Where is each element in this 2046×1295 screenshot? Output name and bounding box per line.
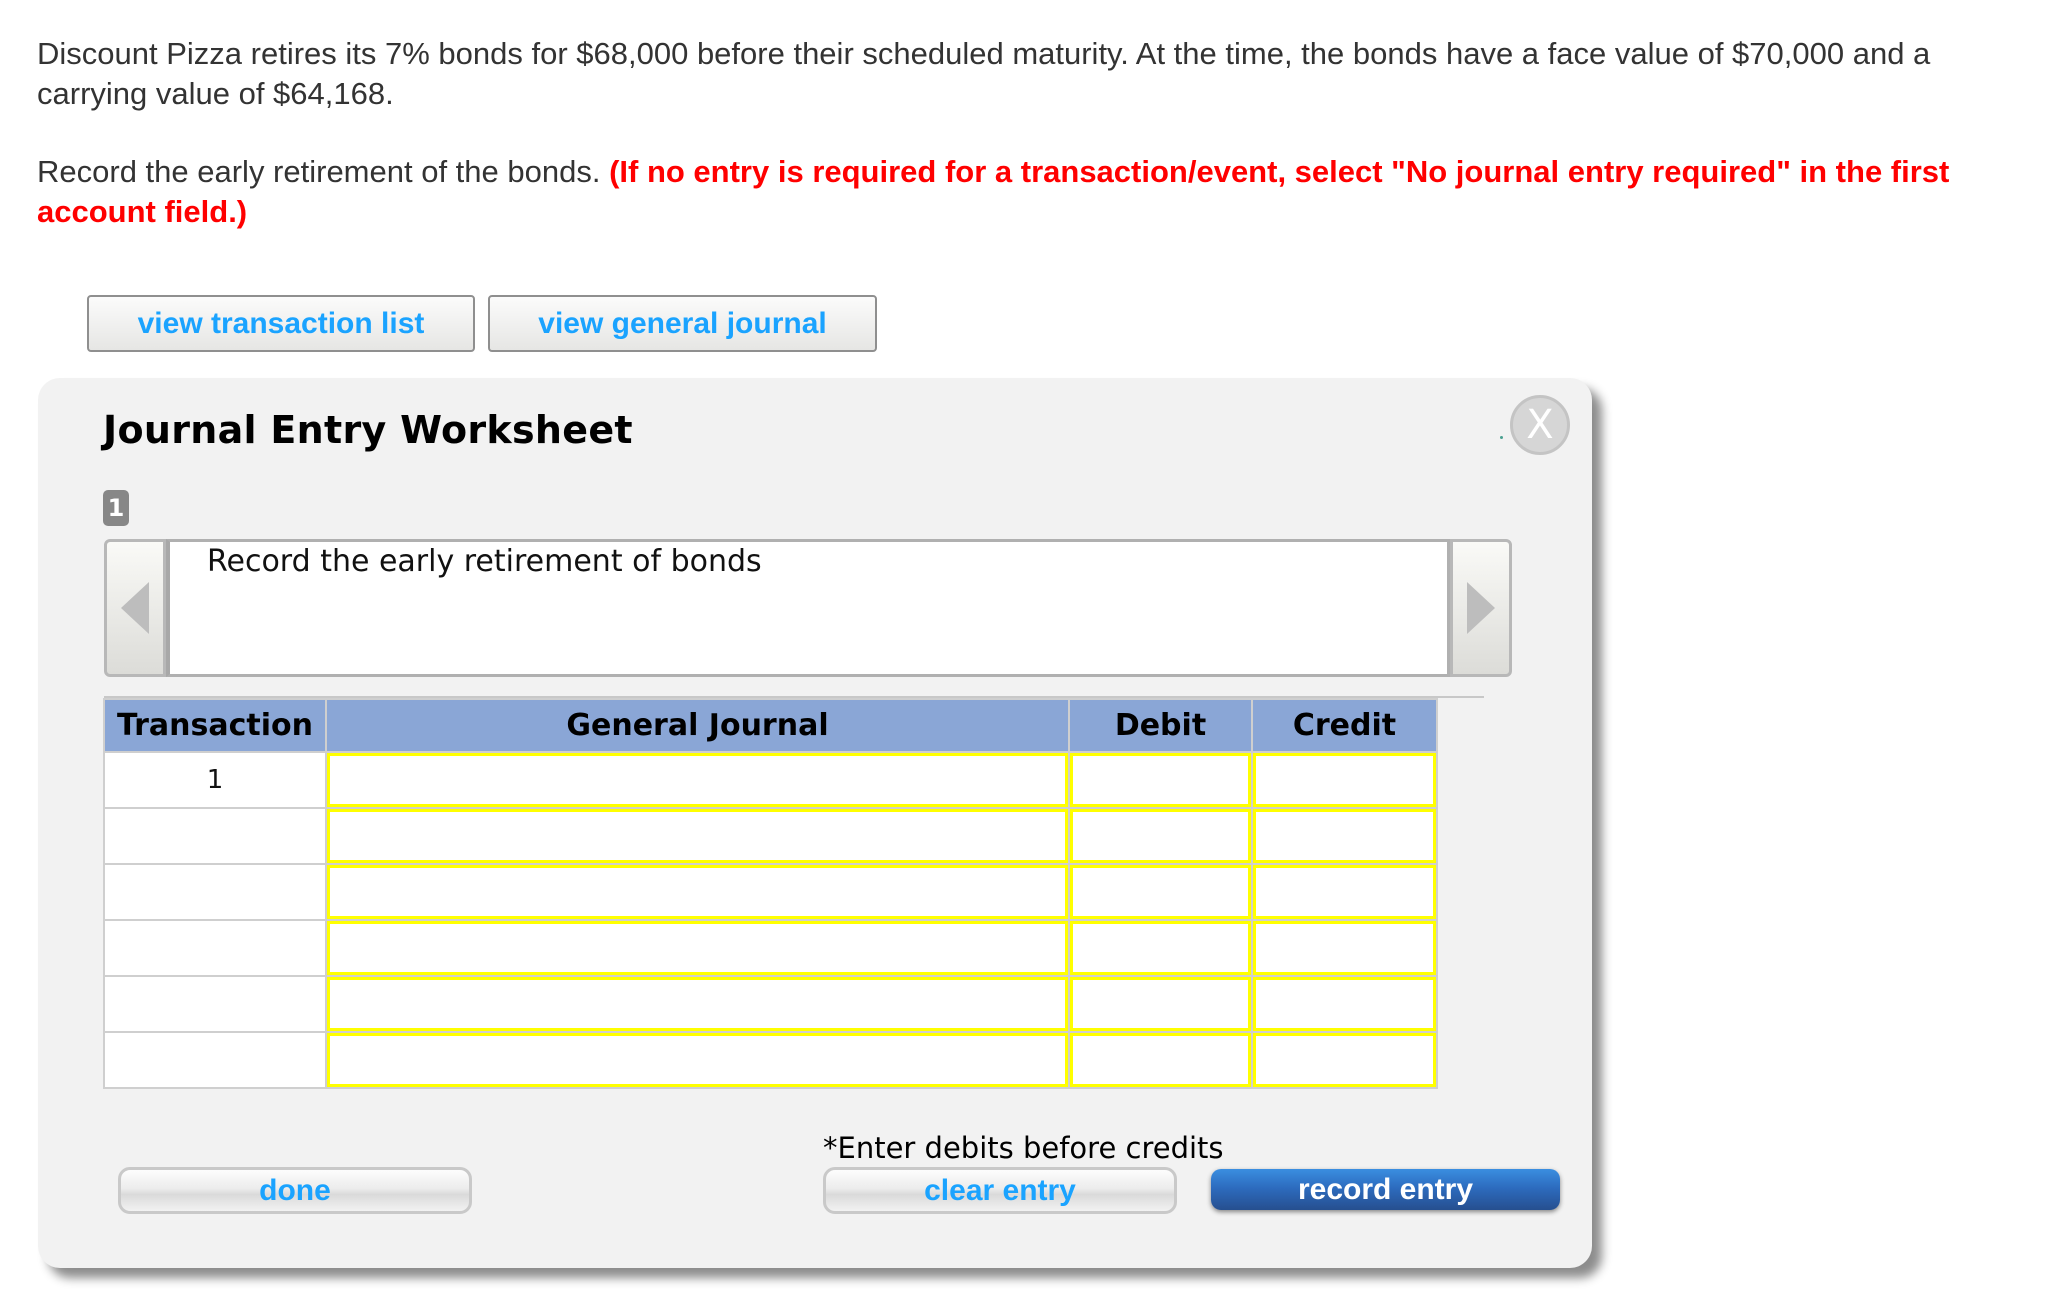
done-button[interactable]: done <box>118 1167 472 1214</box>
table-row: 1 <box>103 751 1438 809</box>
table-row <box>103 863 1438 921</box>
debit-input[interactable] <box>1070 753 1251 807</box>
debit-cell <box>1068 751 1253 809</box>
debit-cell <box>1068 919 1253 977</box>
account-input[interactable] <box>327 809 1068 863</box>
debit-cell <box>1068 975 1253 1033</box>
account-input[interactable] <box>327 921 1068 975</box>
decorative-dot <box>1500 436 1503 439</box>
journal-table: Transaction General Journal Debit Credit… <box>103 698 1438 1089</box>
credit-cell <box>1251 751 1438 809</box>
arrow-left-icon <box>121 582 149 634</box>
credit-cell <box>1251 1031 1438 1089</box>
table-row <box>103 1031 1438 1089</box>
header-general-journal: General Journal <box>325 698 1070 753</box>
account-cell <box>325 751 1070 809</box>
credit-input[interactable] <box>1253 809 1436 863</box>
table-header-row: Transaction General Journal Debit Credit <box>103 698 1438 753</box>
credit-input[interactable] <box>1253 1033 1436 1087</box>
account-cell <box>325 863 1070 921</box>
credit-input[interactable] <box>1253 977 1436 1031</box>
view-general-journal-button[interactable]: view general journal <box>488 295 877 352</box>
view-transaction-list-button[interactable]: view transaction list <box>87 295 475 352</box>
credit-cell <box>1251 919 1438 977</box>
debit-input[interactable] <box>1070 977 1251 1031</box>
transaction-cell <box>103 1031 327 1089</box>
credit-cell <box>1251 975 1438 1033</box>
debit-input[interactable] <box>1070 809 1251 863</box>
next-transaction-button[interactable] <box>1450 539 1512 677</box>
header-credit: Credit <box>1251 698 1438 753</box>
account-cell <box>325 807 1070 865</box>
account-input[interactable] <box>327 753 1068 807</box>
debit-cell <box>1068 863 1253 921</box>
question-text: Discount Pizza retires its 7% bonds for … <box>37 34 2032 232</box>
credit-input[interactable] <box>1253 921 1436 975</box>
close-icon: X <box>1526 402 1554 448</box>
transaction-description: Record the early retirement of bonds <box>207 544 762 579</box>
transaction-cell <box>103 863 327 921</box>
question-paragraph: Discount Pizza retires its 7% bonds for … <box>37 36 1931 111</box>
table-row <box>103 919 1438 977</box>
table-row <box>103 807 1438 865</box>
debit-cell <box>1068 1031 1253 1089</box>
arrow-right-icon <box>1467 582 1495 634</box>
record-entry-button[interactable]: record entry <box>1211 1169 1560 1210</box>
table-row <box>103 975 1438 1033</box>
transaction-description-box: Record the early retirement of bonds <box>166 539 1450 677</box>
credit-cell <box>1251 807 1438 865</box>
transaction-cell <box>103 919 327 977</box>
transaction-number-badge[interactable]: 1 <box>103 490 129 526</box>
transaction-cell <box>103 807 327 865</box>
worksheet-title: Journal Entry Worksheet <box>103 408 633 452</box>
credit-cell <box>1251 863 1438 921</box>
account-cell <box>325 919 1070 977</box>
instruction-lead: Record the early retirement of the bonds… <box>37 154 610 189</box>
header-debit: Debit <box>1068 698 1253 753</box>
credit-input[interactable] <box>1253 753 1436 807</box>
account-cell <box>325 975 1070 1033</box>
previous-transaction-button[interactable] <box>104 539 166 677</box>
debit-input[interactable] <box>1070 1033 1251 1087</box>
header-transaction: Transaction <box>103 698 327 753</box>
close-button[interactable]: X <box>1510 395 1570 455</box>
transaction-navigator: Record the early retirement of bonds <box>104 539 1514 677</box>
debit-cell <box>1068 807 1253 865</box>
journal-entry-worksheet-panel: Journal Entry Worksheet X 1 Record the e… <box>38 378 1592 1268</box>
account-cell <box>325 1031 1070 1089</box>
transaction-cell: 1 <box>103 751 327 809</box>
debits-before-credits-note: *Enter debits before credits <box>823 1131 1224 1165</box>
account-input[interactable] <box>327 977 1068 1031</box>
debit-input[interactable] <box>1070 865 1251 919</box>
debit-input[interactable] <box>1070 921 1251 975</box>
question-instruction-paragraph: Record the early retirement of the bonds… <box>37 152 2032 232</box>
clear-entry-button[interactable]: clear entry <box>823 1167 1177 1214</box>
credit-input[interactable] <box>1253 865 1436 919</box>
account-input[interactable] <box>327 865 1068 919</box>
transaction-cell <box>103 975 327 1033</box>
account-input[interactable] <box>327 1033 1068 1087</box>
